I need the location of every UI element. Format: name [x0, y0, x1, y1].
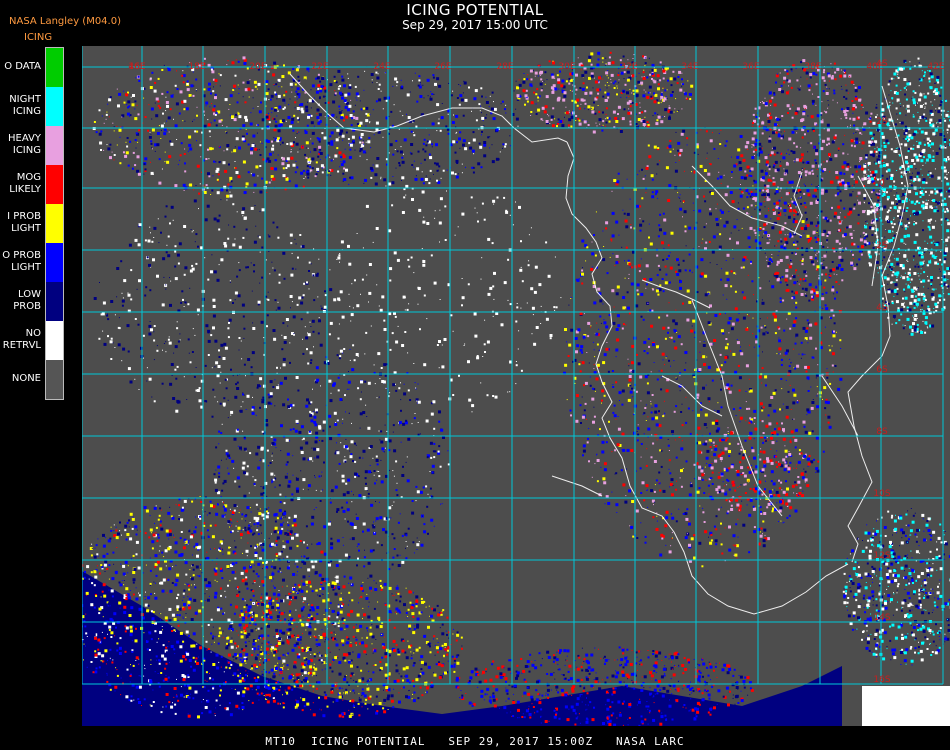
legend-label-low-prob: LOW PROB: [13, 288, 41, 312]
latitude-label: 10S: [873, 489, 890, 499]
longitude-label: 36E: [742, 62, 759, 72]
legend-color-bar: [45, 47, 64, 400]
longitude-label: 32E: [620, 62, 637, 72]
legend-swatch-no-retrieval: [46, 321, 63, 360]
latitude-label: 14S: [873, 613, 890, 623]
legend-label-no-data: O DATA: [4, 60, 41, 72]
latitude-label: 16S: [873, 675, 890, 685]
legend-swatch-heavy-icing: [46, 126, 63, 165]
legend-swatch-low-prob: [46, 282, 63, 321]
longitude-label: 22E: [311, 62, 328, 72]
product-title: ICING POTENTIAL: [406, 1, 544, 19]
legend-swatch-hi-prob-light: [46, 204, 63, 243]
latitude-label: 4S: [876, 59, 888, 69]
provider-label: NASA Langley (M04.0): [9, 16, 121, 27]
latitude-label: 12S: [873, 551, 890, 561]
product-date: Sep 29, 2017 15:00 UTC: [402, 18, 548, 32]
longitude-label: 20E: [249, 62, 266, 72]
longitude-label: 34E: [681, 62, 698, 72]
legend-label-mog-likely: MOG LIKELY: [9, 171, 41, 195]
legend-swatch-mog-likely: [46, 165, 63, 204]
legend-label-lo-prob-light: O PROB LIGHT: [2, 249, 41, 273]
legend-label-heavy-icing: HEAVY ICING: [8, 132, 41, 156]
latitude-label: 0: [879, 179, 885, 189]
longitude-label: 24E: [373, 62, 390, 72]
latitude-label: 8S: [876, 427, 888, 437]
latitude-label: 4S: [876, 303, 888, 313]
longitude-label: 30E: [558, 62, 575, 72]
legend-swatch-no-data: [46, 48, 63, 87]
legend-label-none: NONE: [11, 372, 41, 384]
legend-label-no-retrieval: NO RETRVL: [2, 327, 41, 351]
legend-swatch-none: [46, 360, 63, 399]
product-label: ICING: [24, 32, 53, 43]
latitude-label: 2S: [876, 117, 888, 127]
longitude-label: 28E: [496, 62, 513, 72]
latitude-label: 2S: [876, 241, 888, 251]
longitude-label: 46E: [128, 62, 145, 72]
legend-label-hi-prob-light: I PROB LIGHT: [7, 210, 41, 234]
legend-label-night-icing: NIGHT ICING: [9, 93, 41, 117]
legend-swatch-lo-prob-light: [46, 243, 63, 282]
latitude-label: 6S: [876, 365, 888, 375]
longitude-label: 38E: [804, 62, 821, 72]
icing-map: 16E 18E 20E 22E 24E 26E 28E 30E 32E 34E 36E 38E 40E 4…: [82, 46, 950, 726]
longitude-label: 42E: [927, 62, 944, 72]
legend-swatch-night-icing: [46, 87, 63, 126]
longitude-label: 26E: [434, 62, 451, 72]
footer-caption: MT10 ICING POTENTIAL SEP 29, 2017 15:00Z…: [265, 735, 685, 748]
longitude-label: 18E: [188, 62, 205, 72]
